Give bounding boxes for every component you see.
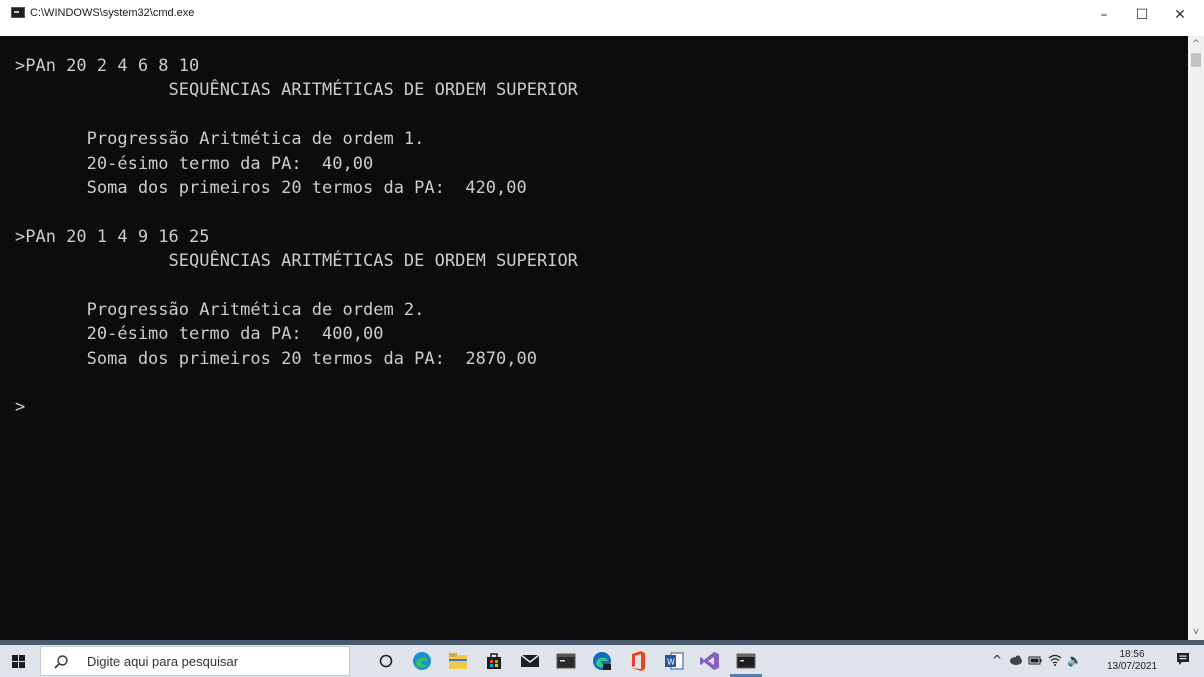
office-icon[interactable] (626, 649, 650, 673)
taskbar-search-box[interactable]: Digite aqui para pesquisar (40, 646, 350, 676)
taskbar: Digite aqui para pesquisar W ^ 🔈 18:56 1… (0, 645, 1204, 677)
volume-icon[interactable]: 🔈 (1067, 653, 1082, 667)
console-output[interactable]: >PAn 20 2 4 6 8 10 SEQUÊNCIAS ARITMÉTICA… (8, 36, 1188, 640)
edge-icon[interactable] (410, 649, 434, 673)
command-prompt[interactable]: > (15, 395, 1188, 419)
console-line: Progressão Aritmética de ordem 1. (15, 129, 425, 150)
console-line: SEQUÊNCIAS ARITMÉTICAS DE ORDEM SUPERIOR (15, 80, 578, 101)
console-line: >PAn 20 1 4 9 16 25 (15, 226, 210, 247)
title-bar[interactable]: C:\WINDOWS\system32\cmd.exe – ☐ ✕ (0, 0, 1204, 36)
search-icon (54, 655, 68, 669)
clock-date: 13/07/2021 (1106, 661, 1158, 672)
start-button[interactable] (0, 645, 38, 677)
scroll-down-button[interactable]: v (1188, 624, 1204, 640)
store-icon[interactable] (482, 649, 506, 673)
scroll-thumb[interactable] (1191, 53, 1201, 67)
vertical-scrollbar[interactable]: ^ v (1188, 36, 1204, 640)
cmd-icon[interactable] (734, 649, 758, 673)
notification-center-icon[interactable] (1176, 652, 1190, 666)
edge-dev-icon[interactable] (590, 649, 614, 673)
minimize-button[interactable]: – (1084, 0, 1124, 36)
console-line: >PAn 20 2 4 6 8 10 (15, 56, 200, 76)
terminal-icon[interactable] (554, 649, 578, 673)
window-title: C:\WINDOWS\system32\cmd.exe (30, 7, 195, 19)
console-line: SEQUÊNCIAS ARITMÉTICAS DE ORDEM SUPERIOR (15, 251, 578, 272)
tray-chevron-icon[interactable]: ^ (992, 653, 1002, 667)
visual-studio-icon[interactable] (698, 649, 722, 673)
battery-icon[interactable] (1028, 654, 1042, 669)
console-line: Soma dos primeiros 20 termos da PA: 2870… (15, 348, 537, 369)
scroll-up-button[interactable]: ^ (1188, 36, 1204, 52)
cortana-icon[interactable] (374, 649, 398, 673)
console-line: Soma dos primeiros 20 termos da PA: 420,… (15, 177, 527, 198)
close-button[interactable]: ✕ (1160, 0, 1200, 36)
console-line: 20-ésimo termo da PA: 40,00 (15, 153, 374, 174)
window-left-edge (0, 36, 8, 640)
windows-logo-icon (12, 655, 25, 668)
console-line: Progressão Aritmética de ordem 2. (15, 299, 425, 320)
file-explorer-icon[interactable] (446, 649, 470, 673)
clock-time: 18:56 (1119, 649, 1145, 660)
clock[interactable]: 18:56 13/07/2021 (1104, 649, 1160, 673)
word-icon[interactable]: W (662, 649, 686, 673)
tray-app-icon[interactable] (1009, 654, 1023, 669)
wifi-icon[interactable] (1048, 653, 1062, 670)
cmd-app-icon[interactable] (11, 7, 25, 18)
search-placeholder: Digite aqui para pesquisar (87, 654, 239, 669)
svg-text:W: W (667, 658, 675, 667)
mail-icon[interactable] (518, 649, 542, 673)
maximize-button[interactable]: ☐ (1122, 0, 1162, 36)
console-line: 20-ésimo termo da PA: 400,00 (15, 324, 384, 345)
